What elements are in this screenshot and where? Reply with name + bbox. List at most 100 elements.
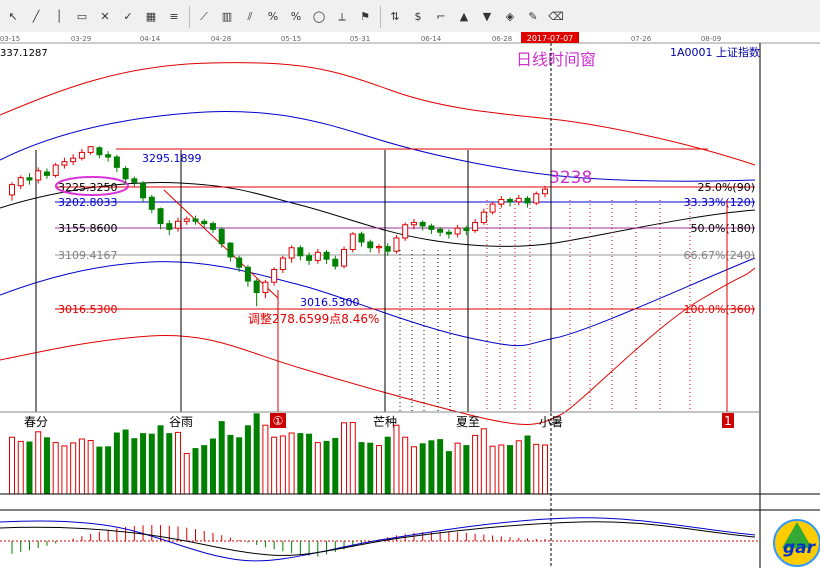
- volume-bar: [314, 442, 321, 495]
- date-label: 08-09: [701, 35, 721, 43]
- candle-body: [393, 237, 400, 252]
- circle-icon[interactable]: ◯: [309, 7, 329, 27]
- candle-body: [341, 248, 348, 267]
- volume-bar: [498, 444, 505, 495]
- date-label: 05-15: [281, 35, 301, 43]
- mark-icon[interactable]: ◈: [500, 7, 520, 27]
- candle-body: [489, 203, 496, 213]
- volume-bar: [52, 442, 59, 495]
- volume-bar: [175, 431, 182, 495]
- lines-icon[interactable]: ≡: [164, 7, 184, 27]
- volume-bar: [306, 433, 313, 495]
- candle-body: [419, 221, 426, 227]
- candle-body: [9, 184, 15, 196]
- window-title: 日线时间窗: [516, 50, 596, 69]
- solar-term-label: 春分: [24, 415, 48, 429]
- volume-bar: [288, 432, 295, 495]
- toolbar-separator: [380, 6, 381, 28]
- line-icon[interactable]: ╱: [26, 7, 46, 27]
- volume-bar: [148, 433, 155, 495]
- volume-bar: [428, 440, 435, 495]
- solar-term-label: 小暑: [539, 415, 563, 429]
- dollar-icon[interactable]: $: [408, 7, 428, 27]
- candle-body: [524, 197, 531, 204]
- channel-icon[interactable]: ⫽: [240, 7, 260, 27]
- bar-icon[interactable]: ▥: [217, 7, 237, 27]
- candle-body: [192, 218, 199, 222]
- candle-body: [332, 258, 339, 267]
- solar-term-label: 芒种: [373, 414, 397, 429]
- arrows-icon[interactable]: ⇅: [385, 7, 405, 27]
- dif-line: [0, 517, 756, 562]
- eraser-icon[interactable]: ⌫: [546, 7, 566, 27]
- lower-inner-band: [0, 257, 756, 347]
- ruler-icon[interactable]: ⌐: [431, 7, 451, 27]
- volume-bar: [437, 439, 444, 495]
- candle-body: [542, 188, 548, 195]
- candle-body: [288, 247, 295, 259]
- candle-body: [43, 171, 50, 176]
- marker-label: 1: [724, 414, 732, 428]
- candle-body: [507, 199, 514, 203]
- line-fan-icon[interactable]: ⟂: [332, 7, 352, 27]
- candle-body: [480, 211, 487, 223]
- vertical-line-icon[interactable]: │: [49, 7, 69, 27]
- candle-body: [349, 233, 356, 250]
- price-label: 3016.5300: [58, 303, 118, 316]
- flag-icon[interactable]: ⚑: [355, 7, 375, 27]
- candle-body: [218, 228, 225, 245]
- volume-bar: [70, 442, 77, 495]
- candle-body: [271, 269, 278, 283]
- solar-term-label: 谷雨: [169, 415, 193, 429]
- percent-icon[interactable]: %: [263, 7, 283, 27]
- candle-body: [157, 208, 164, 225]
- candle-body: [227, 242, 234, 258]
- candle-body: [17, 177, 24, 187]
- grid-icon[interactable]: ▦: [141, 7, 161, 27]
- volume-bar: [43, 437, 50, 495]
- volume-bar: [384, 436, 391, 495]
- volume-bar: [279, 435, 286, 495]
- volume-bar: [489, 445, 496, 495]
- volume-bar: [480, 428, 487, 495]
- cross-icon[interactable]: ✕: [95, 7, 115, 27]
- percent-small-icon[interactable]: %: [286, 7, 306, 27]
- upper-outer-band: [0, 62, 756, 166]
- date-label: 03-15: [0, 35, 20, 43]
- volume-bar: [201, 445, 208, 495]
- candle-body: [175, 220, 182, 229]
- arrow-up-icon[interactable]: ▲: [454, 7, 474, 27]
- candle-body: [140, 182, 147, 199]
- arrow-down-icon[interactable]: ▼: [477, 7, 497, 27]
- date-axis-bg: [0, 32, 820, 43]
- pencil-icon[interactable]: ✎: [523, 7, 543, 27]
- volume-bar: [463, 445, 470, 495]
- volume-bar: [183, 452, 190, 495]
- candle-body: [236, 257, 243, 268]
- volume-bar: [78, 438, 85, 495]
- candle-body: [358, 233, 365, 243]
- check-icon[interactable]: ✓: [118, 7, 138, 27]
- volume-bar: [524, 435, 531, 495]
- volume-bar: [244, 425, 251, 495]
- diag-icon[interactable]: ⟋: [194, 7, 214, 27]
- candle-body: [367, 241, 374, 249]
- date-label: 05-31: [350, 35, 370, 43]
- toolbar-separator: [189, 6, 190, 28]
- marker-label: ①: [273, 414, 284, 428]
- candle-body: [375, 246, 382, 249]
- volume-bar: [341, 422, 348, 495]
- rect-icon[interactable]: ▭: [72, 7, 92, 27]
- adjust-label: 调整278.6599点8.46%: [248, 311, 379, 326]
- candle-body: [279, 257, 286, 271]
- candle-body: [402, 224, 409, 239]
- fib-level-label: 66.67%(240): [683, 249, 755, 262]
- candle-body: [26, 177, 33, 181]
- logo-text: gar: [783, 538, 817, 558]
- candle-body: [148, 196, 155, 210]
- volume-bar: [323, 440, 330, 495]
- cursor-icon[interactable]: ↖: [3, 7, 23, 27]
- candle-body: [52, 164, 59, 176]
- volume-bar: [393, 424, 400, 495]
- candle-body: [262, 281, 269, 294]
